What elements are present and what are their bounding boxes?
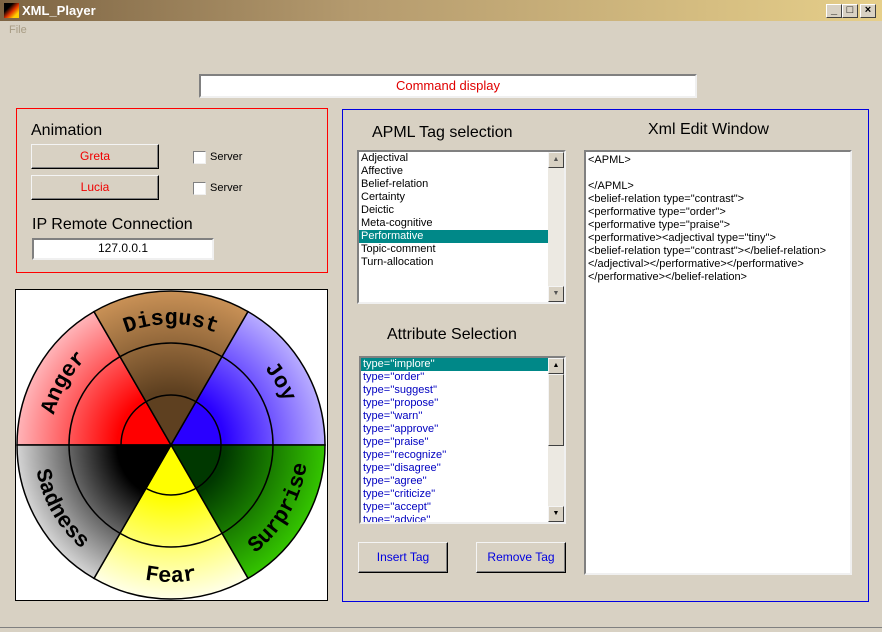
list-item[interactable]: type=''warn'' bbox=[361, 410, 548, 423]
lucia-button[interactable]: Lucia bbox=[31, 175, 159, 200]
server-checkbox-greta[interactable] bbox=[193, 151, 206, 164]
animation-label: Animation bbox=[31, 122, 103, 139]
emotion-wheel[interactable]: Anger Disgust Joy Surprise Fear Sadness bbox=[15, 289, 328, 601]
list-item[interactable]: Certainty bbox=[359, 191, 548, 204]
list-item[interactable]: type=''approve'' bbox=[361, 423, 548, 436]
list-item[interactable]: Meta-cognitive bbox=[359, 217, 548, 230]
list-item[interactable]: Deictic bbox=[359, 204, 548, 217]
list-item[interactable]: type=''order'' bbox=[361, 371, 548, 384]
scroll-down-icon[interactable]: ▼ bbox=[548, 506, 564, 522]
attribute-list[interactable]: type=''implore'' type=''order'' type=''sug… bbox=[359, 356, 566, 524]
apml-scrollbar[interactable]: ▲ ▼ bbox=[548, 152, 564, 302]
xml-edit-textarea[interactable]: <APML> </APML> <belief-relation type="co… bbox=[584, 150, 852, 575]
minimize-button[interactable]: _ bbox=[826, 4, 842, 18]
insert-tag-button[interactable]: Insert Tag bbox=[358, 542, 448, 573]
server-label-greta: Server bbox=[210, 151, 243, 163]
title-bar bbox=[0, 0, 882, 21]
command-display: Command display bbox=[199, 74, 697, 98]
server-label-lucia: Server bbox=[210, 182, 243, 194]
scroll-up-icon[interactable]: ▲ bbox=[548, 152, 564, 168]
matlab-app-icon bbox=[4, 3, 19, 18]
apml-tag-list[interactable]: Adjectival Affective Belief-relation Certai… bbox=[357, 150, 566, 304]
list-item[interactable]: type=''disagree'' bbox=[361, 462, 548, 475]
scroll-down-icon[interactable]: ▼ bbox=[548, 286, 564, 302]
list-item[interactable]: type=''agree'' bbox=[361, 475, 548, 488]
attribute-scrollbar[interactable]: ▲ ▼ bbox=[548, 358, 564, 522]
apml-tag-label: APML Tag selection bbox=[372, 124, 513, 141]
list-item[interactable]: type=''propose'' bbox=[361, 397, 548, 410]
ip-input[interactable]: 127.0.0.1 bbox=[32, 238, 214, 260]
greta-button[interactable]: Greta bbox=[31, 144, 159, 169]
scroll-up-icon[interactable]: ▲ bbox=[548, 358, 564, 374]
list-item[interactable]: Affective bbox=[359, 165, 548, 178]
list-item[interactable]: type=''recognize'' bbox=[361, 449, 548, 462]
list-item[interactable]: type=''accept'' bbox=[361, 501, 548, 514]
list-item[interactable]: Turn-allocation bbox=[359, 256, 548, 269]
menu-file[interactable]: File bbox=[9, 24, 27, 36]
remove-tag-button[interactable]: Remove Tag bbox=[476, 542, 566, 573]
ip-label: IP Remote Connection bbox=[32, 216, 193, 233]
list-item[interactable]: Topic-comment bbox=[359, 243, 548, 256]
scroll-thumb[interactable] bbox=[548, 374, 564, 446]
list-item[interactable]: type=''suggest'' bbox=[361, 384, 548, 397]
server-checkbox-lucia[interactable] bbox=[193, 182, 206, 195]
list-item[interactable]: type=''criticize'' bbox=[361, 488, 548, 501]
list-item[interactable]: Belief-relation bbox=[359, 178, 548, 191]
attribute-label: Attribute Selection bbox=[387, 326, 517, 343]
list-item[interactable]: type=''implore'' bbox=[361, 358, 548, 371]
list-item[interactable]: type=''advice'' bbox=[361, 514, 548, 522]
close-button[interactable]: × bbox=[860, 4, 876, 18]
list-item[interactable]: Performative bbox=[359, 230, 548, 243]
list-item[interactable]: type=''praise'' bbox=[361, 436, 548, 449]
xml-edit-label: Xml Edit Window bbox=[648, 121, 769, 138]
status-divider bbox=[0, 627, 882, 628]
window-title: XML_Player bbox=[22, 3, 96, 18]
maximize-button[interactable]: □ bbox=[842, 4, 858, 18]
list-item[interactable]: Adjectival bbox=[359, 152, 548, 165]
